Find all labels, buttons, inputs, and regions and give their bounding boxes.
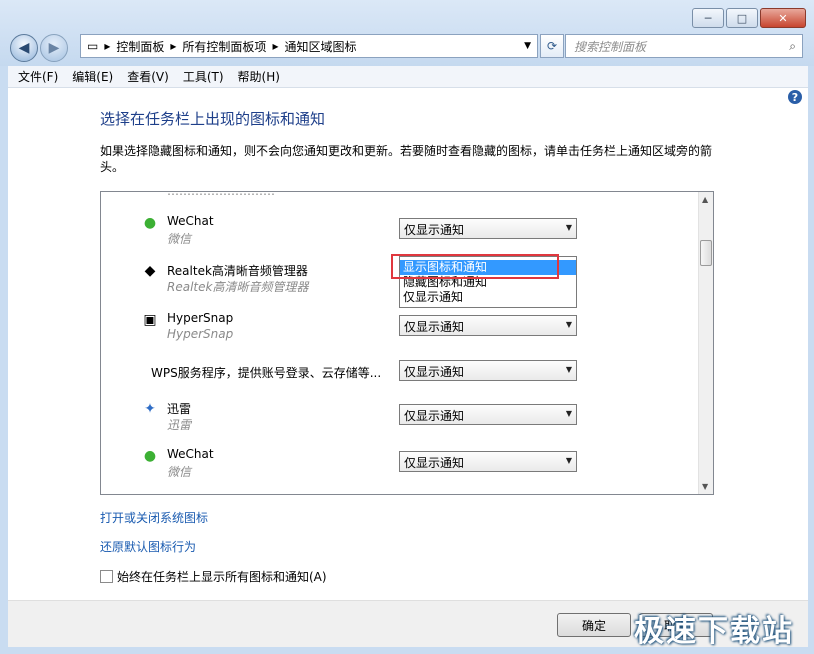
list-item: ▣ HyperSnap HyperSnap 仅显示通知 ▼ (101, 309, 697, 353)
item-subtitle: HyperSnap (167, 327, 234, 341)
navigation-bar: ◀ ▶ ▭ ▸ 控制面板 ▸ 所有控制面板项 ▸ 通知区域图标 ▼ ⟳ 搜索控制… (8, 32, 808, 62)
menu-view[interactable]: 查看(V) (127, 68, 169, 85)
menu-help[interactable]: 帮助(H) (238, 68, 280, 85)
item-subtitle: Realtek高清晰音频管理器 (167, 280, 309, 294)
wechat-icon: ● (143, 215, 157, 231)
list-item: ● WeChat 微信 仅显示通知 ▼ (101, 445, 697, 489)
search-input[interactable]: 搜索控制面板 (574, 38, 646, 55)
breadcrumb-item[interactable]: 通知区域图标 (284, 38, 356, 55)
item-name: HyperSnap (167, 311, 234, 325)
refresh-icon: ⟳ (546, 39, 558, 53)
address-bar[interactable]: ▭ ▸ 控制面板 ▸ 所有控制面板项 ▸ 通知区域图标 ▼ (80, 34, 538, 58)
behavior-select[interactable]: 仅显示通知 ▼ (399, 315, 577, 336)
watermark-text: 极速下载站 (634, 614, 794, 649)
menu-file[interactable]: 文件(F) (18, 68, 58, 85)
show-all-checkbox-row[interactable]: 始终在任务栏上显示所有图标和通知(A) (100, 568, 327, 585)
scroll-thumb[interactable] (700, 240, 712, 266)
back-button[interactable]: ◀ (10, 34, 38, 62)
camera-icon: ▣ (143, 312, 157, 328)
show-all-checkbox[interactable] (100, 570, 113, 583)
search-box[interactable]: 搜索控制面板 ⌕ (565, 34, 803, 58)
content-area: ? 选择在任务栏上出现的图标和通知 如果选择隐藏图标和通知，则不会向您通知更改和… (8, 88, 808, 600)
item-subtitle: 微信 (167, 232, 192, 246)
behavior-select[interactable]: 仅显示通知 ▼ (399, 218, 577, 239)
list-item: ● WeChat 微信 仅显示通知 ▼ 显示图标和通知 隐藏图标和通知 仅显示通… (101, 212, 697, 308)
page-title: 选择在任务栏上出现的图标和通知 (100, 110, 326, 128)
ok-button[interactable]: 确定 (557, 613, 631, 637)
list-item: ◆ Realtek高清晰音频管理器 Realtek高清晰音频管理器 (101, 260, 697, 304)
select-value: 仅显示通知 (404, 365, 465, 379)
chevron-down-icon: ▼ (565, 409, 572, 418)
item-subtitle: 迅雷 (167, 418, 192, 432)
breadcrumb-item[interactable]: 所有控制面板项 (182, 38, 266, 55)
checkbox-label: 始终在任务栏上显示所有图标和通知(A) (117, 570, 327, 584)
restore-defaults-link[interactable]: 还原默认图标行为 (100, 538, 196, 555)
menu-edit[interactable]: 编辑(E) (72, 68, 113, 85)
list-item: ✦ 迅雷 迅雷 仅显示通知 ▼ (101, 398, 697, 442)
select-value: 仅显示通知 (404, 456, 465, 470)
window: ─ □ ✕ ◀ ▶ ▭ ▸ 控制面板 ▸ 所有控制面板项 ▸ 通知区域图标 ▼ … (0, 0, 814, 654)
behavior-select[interactable]: 仅显示通知 ▼ (399, 451, 577, 472)
breadcrumb-separator-icon: ▸ (104, 39, 111, 53)
page-description: 如果选择隐藏图标和通知，则不会向您通知更改和更新。若要随时查看隐藏的图标，请单击… (100, 144, 713, 174)
select-value: 仅显示通知 (404, 223, 465, 237)
thunder-icon: ✦ (144, 401, 156, 417)
wechat-icon: ● (143, 448, 157, 464)
chevron-down-icon: ▼ (565, 365, 572, 374)
scroll-down-icon[interactable]: ▼ (702, 482, 708, 491)
breadcrumb-separator-icon: ▸ (272, 39, 279, 53)
list-item: WPS服务程序，提供账号登录、云存储等... 仅显示通知 ▼ (101, 354, 697, 398)
select-value: 仅显示通知 (404, 409, 465, 423)
breadcrumb-separator-icon: ▸ (170, 39, 177, 53)
select-value: 仅显示通知 (404, 320, 465, 334)
speaker-icon: ◆ (144, 263, 156, 279)
menu-tools[interactable]: 工具(T) (183, 68, 224, 85)
menu-bar: 文件(F) 编辑(E) 查看(V) 工具(T) 帮助(H) (8, 66, 808, 88)
scroll-up-icon[interactable]: ▲ (702, 195, 708, 204)
forward-button[interactable]: ▶ (40, 34, 68, 62)
minimize-button[interactable]: ─ (692, 8, 724, 28)
help-icon[interactable]: ? (788, 90, 802, 104)
behavior-select[interactable]: 仅显示通知 ▼ (399, 404, 577, 425)
item-subtitle: 微信 (167, 465, 192, 479)
refresh-button[interactable]: ⟳ (540, 34, 564, 58)
close-button[interactable]: ✕ (760, 8, 806, 28)
address-dropdown-icon[interactable]: ▼ (524, 41, 531, 51)
behavior-select[interactable]: 仅显示通知 ▼ (399, 360, 577, 381)
vertical-scrollbar[interactable]: ▲ ▼ (698, 192, 713, 494)
search-icon[interactable]: ⌕ (789, 39, 796, 54)
chevron-down-icon: ▼ (565, 223, 572, 232)
computer-icon: ▭ (87, 39, 99, 53)
item-name: WeChat (167, 447, 214, 461)
chevron-down-icon: ▼ (565, 320, 572, 329)
partial-row-text: ……………………… (167, 191, 275, 198)
item-name: 迅雷 (167, 402, 192, 416)
system-icons-link[interactable]: 打开或关闭系统图标 (100, 509, 208, 526)
title-bar: ─ □ ✕ ◀ ▶ ▭ ▸ 控制面板 ▸ 所有控制面板项 ▸ 通知区域图标 ▼ … (0, 0, 814, 66)
maximize-button[interactable]: □ (726, 8, 758, 28)
caption-buttons: ─ □ ✕ (690, 8, 806, 28)
item-name: WeChat (167, 214, 214, 228)
breadcrumb-item[interactable]: 控制面板 (116, 38, 164, 55)
chevron-down-icon: ▼ (565, 456, 572, 465)
notification-icon-list[interactable]: ……………………… ● WeChat 微信 仅显示通知 ▼ 显示图标和通知 隐藏… (100, 191, 714, 495)
item-name: Realtek高清晰音频管理器 (167, 264, 308, 278)
item-name: WPS服务程序，提供账号登录、云存储等... (151, 366, 382, 380)
